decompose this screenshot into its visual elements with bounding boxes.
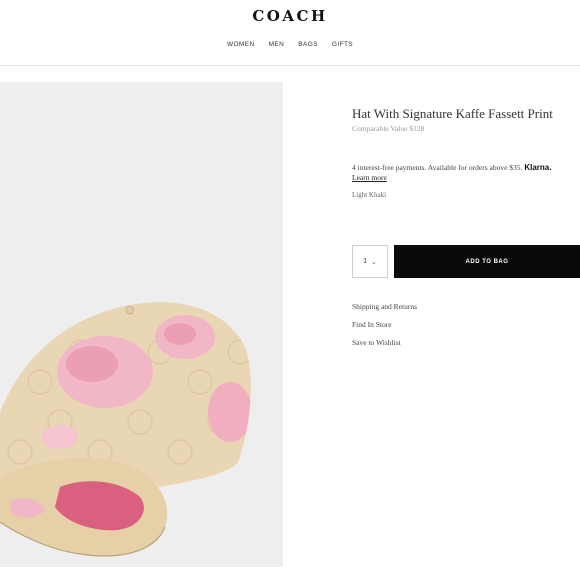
chevron-down-icon: ⌄ <box>371 258 377 266</box>
klarna-message: 4 interest-free payments. Available for … <box>352 163 552 183</box>
quantity-select[interactable]: 1 ⌄ <box>352 245 388 278</box>
site-header: COACH WOMEN MEN BAGS GIFTS <box>0 0 580 66</box>
comparable-value: Comparable Value $128 <box>352 124 425 133</box>
nav-bags[interactable]: BAGS <box>298 41 318 48</box>
klarna-logo: Klarna. <box>524 163 552 172</box>
nav-men[interactable]: MEN <box>269 41 285 48</box>
save-to-wishlist-link[interactable]: Save to Wishlist <box>352 338 401 347</box>
floral-cap-illustration <box>0 302 251 557</box>
product-title: Hat With Signature Kaffe Fassett Print <box>352 106 553 121</box>
klarna-text: 4 interest-free payments. Available for … <box>352 163 523 172</box>
find-in-store-link[interactable]: Find In Store <box>352 320 392 329</box>
product-image[interactable] <box>0 82 283 567</box>
main-nav: WOMEN MEN BAGS GIFTS <box>0 41 580 48</box>
shipping-returns-link[interactable]: Shipping and Returns <box>352 302 417 311</box>
nav-gifts[interactable]: GIFTS <box>332 41 353 48</box>
quantity-value: 1 <box>363 258 368 265</box>
color-name: Light Khaki <box>352 191 387 199</box>
nav-women[interactable]: WOMEN <box>227 41 255 48</box>
learn-more-link[interactable]: Learn more <box>352 173 387 182</box>
add-to-bag-button[interactable]: ADD TO BAG <box>394 245 580 278</box>
coach-logo[interactable]: COACH <box>0 7 580 25</box>
